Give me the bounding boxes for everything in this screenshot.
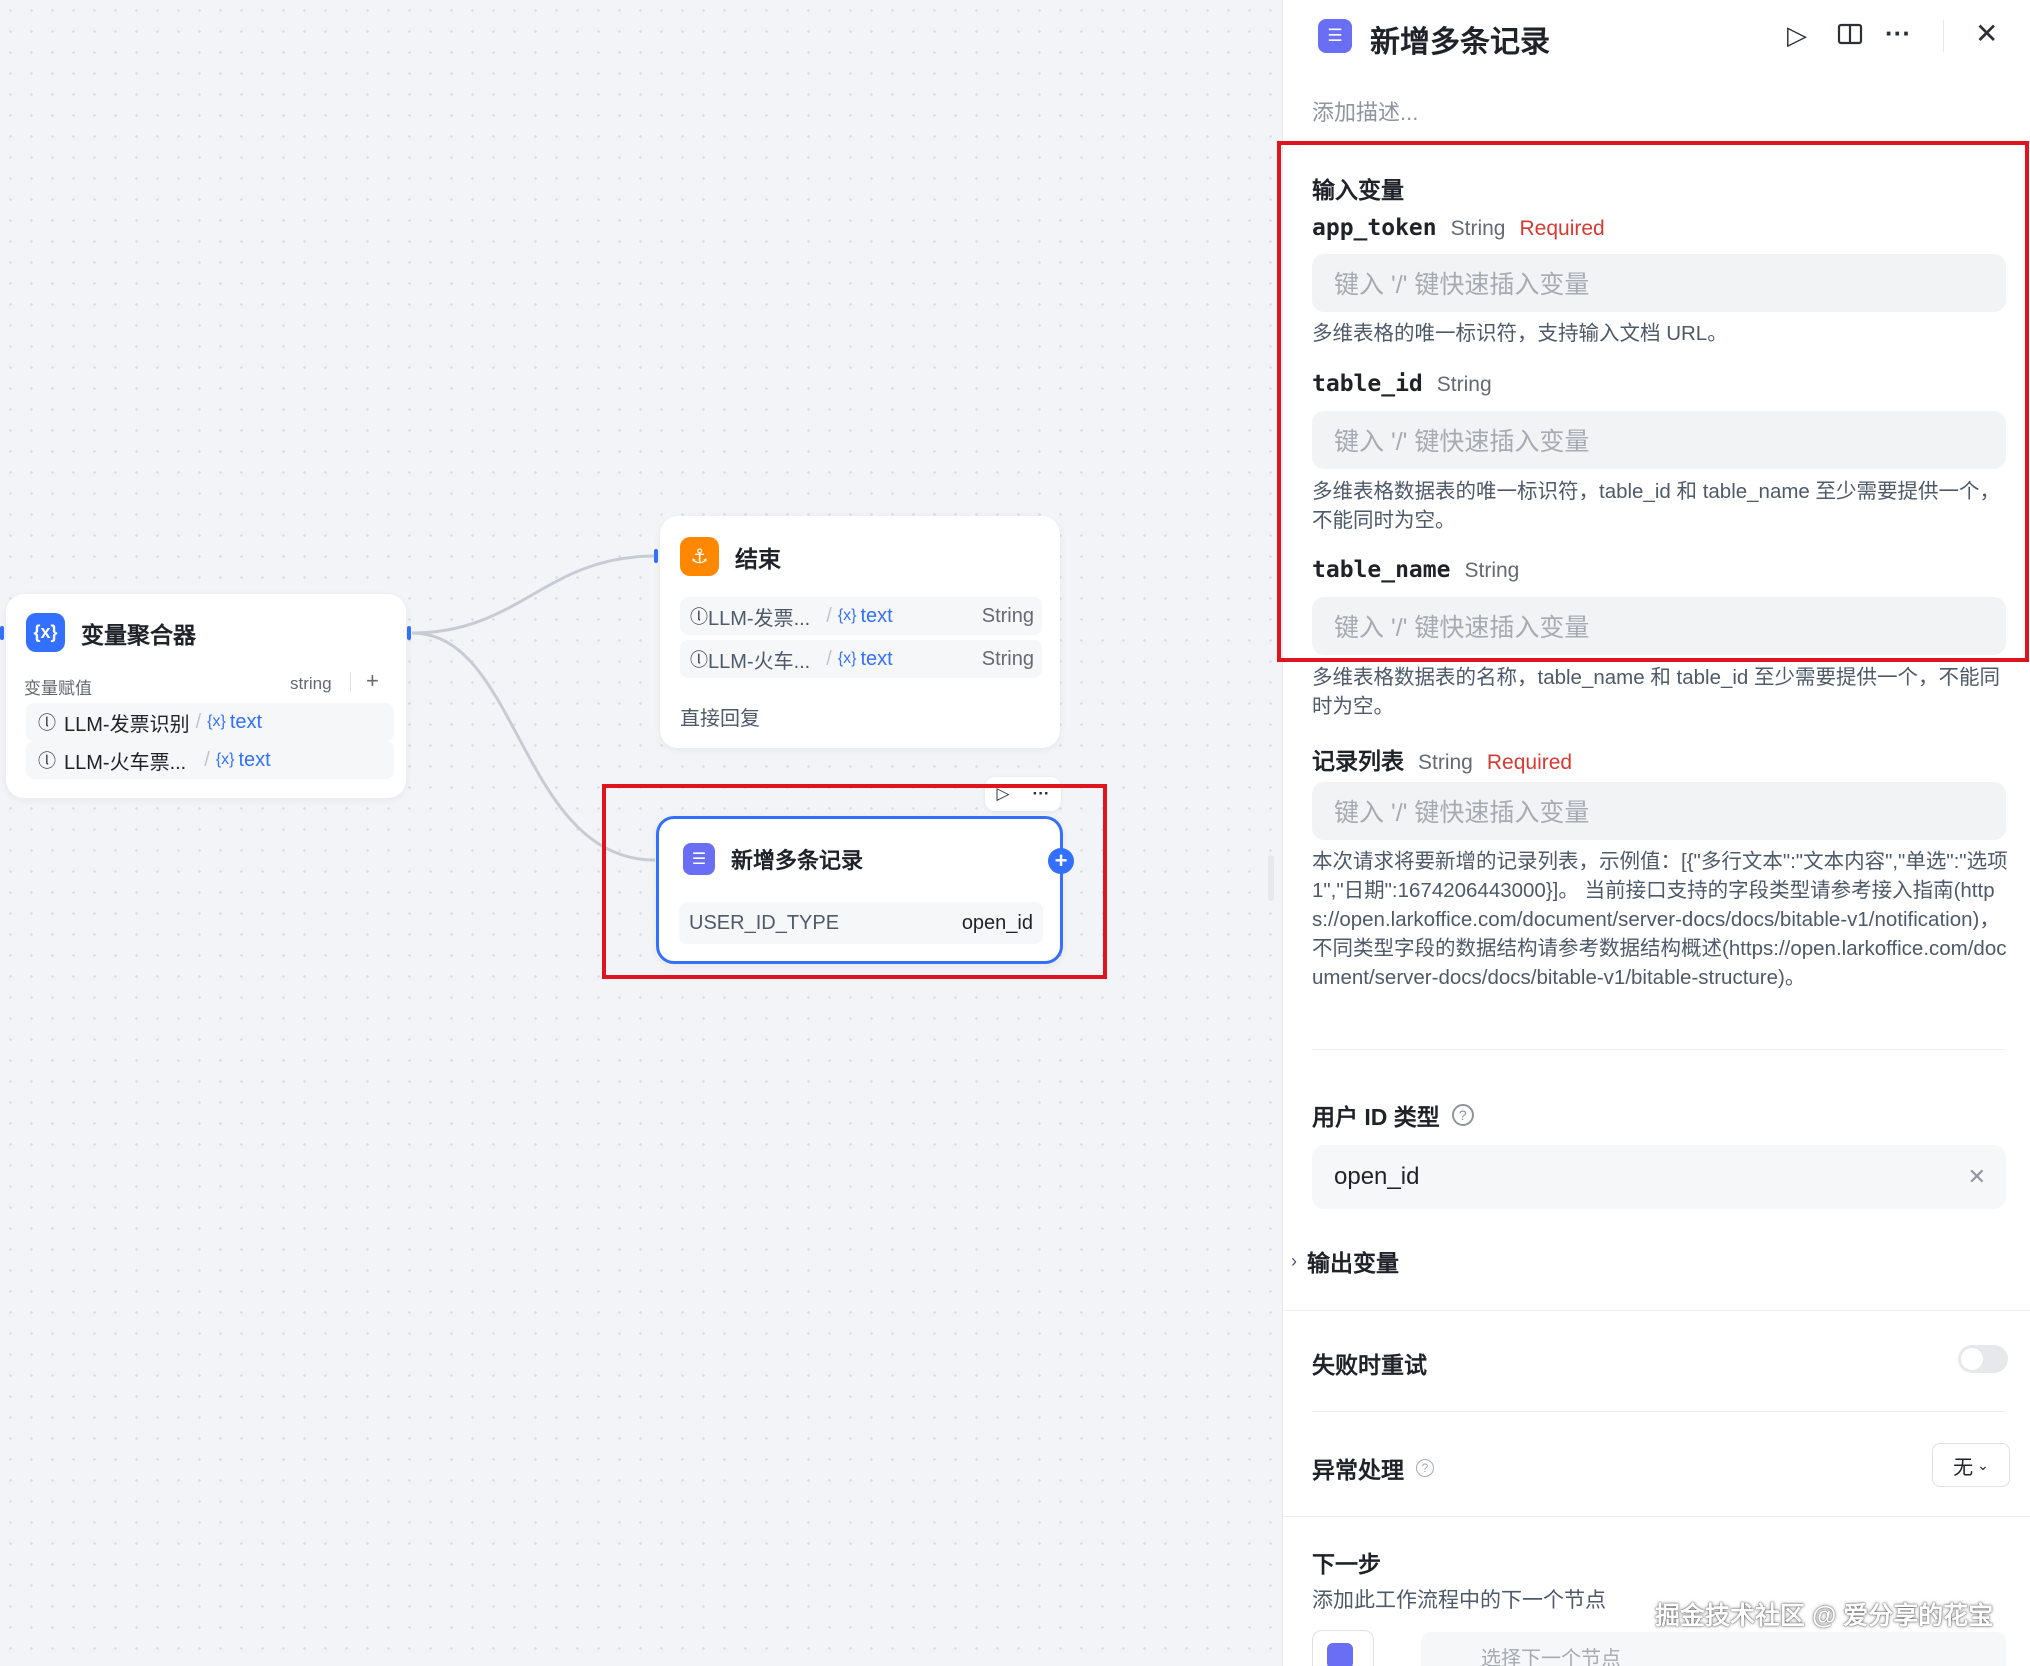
highlight-box-inputs bbox=[1277, 141, 2029, 662]
end-row[interactable]: ⓛ LLM-发票... / {x} text String bbox=[680, 597, 1042, 635]
row-source: LLM-火车... bbox=[708, 650, 811, 673]
field-type: String bbox=[1418, 751, 1473, 774]
field-description: 本次请求将要新增的记录列表，示例值：[{"多行文本":"文本内容","单选":"… bbox=[1312, 850, 2008, 989]
end-row[interactable]: ⓛ LLM-火车... / {x} text String bbox=[680, 640, 1042, 678]
aggregator-node[interactable]: {x} 变量聚合器 变量赋值 string + ⓛ LLM-发票识别 / {x}… bbox=[6, 594, 406, 798]
aggregator-row[interactable]: ⓛ LLM-发票识别 / {x} text bbox=[26, 703, 394, 741]
add-variable-button[interactable]: + bbox=[366, 668, 379, 694]
divider bbox=[1312, 1049, 2006, 1050]
user-id-type-select[interactable]: open_id ✕ bbox=[1312, 1145, 2006, 1209]
separator: / bbox=[826, 604, 832, 627]
retry-toggle[interactable] bbox=[1958, 1345, 2008, 1373]
help-circle-icon[interactable]: ? bbox=[1451, 1104, 1474, 1126]
run-icon[interactable]: ▷ bbox=[1787, 22, 1807, 48]
divider bbox=[350, 672, 351, 692]
node-ref-icon: ⓛ bbox=[690, 607, 708, 627]
divider bbox=[1283, 1516, 2030, 1517]
next-step-node-icon bbox=[1312, 1630, 1374, 1666]
more-icon[interactable]: ··· bbox=[1885, 20, 1911, 46]
field-header: 记录列表 String Required bbox=[1312, 742, 1572, 776]
field-name: 记录列表 bbox=[1312, 748, 1404, 774]
retry-title: 失败时重试 bbox=[1312, 1352, 1427, 1378]
toggle-knob bbox=[1961, 1348, 1983, 1370]
exception-header: 异常处理 ? bbox=[1312, 1451, 1434, 1485]
row-source: LLM-发票识别 bbox=[64, 713, 190, 736]
row-type: String bbox=[981, 604, 1034, 627]
clear-icon[interactable]: ✕ bbox=[1968, 1164, 1986, 1190]
user-id-type-value: open_id bbox=[1334, 1163, 1420, 1190]
next-step-desc: 添加此工作流程中的下一个节点 bbox=[1312, 1589, 1606, 1612]
end-input-port[interactable] bbox=[654, 549, 658, 563]
row-var: text bbox=[229, 710, 263, 733]
variable-icon: {x} bbox=[207, 713, 226, 730]
row-source: LLM-火车票... bbox=[64, 751, 187, 774]
variable-icon: {x} bbox=[215, 751, 235, 768]
exception-select[interactable]: 无 ⌄ bbox=[1932, 1443, 2010, 1487]
help-circle-icon[interactable]: ? bbox=[1416, 1459, 1434, 1477]
field-description: 多维表格数据表的名称，table_name 和 table_id 至少需要提供一… bbox=[1312, 666, 2001, 718]
close-icon[interactable]: ✕ bbox=[1975, 20, 1998, 48]
node-ref-icon: ⓛ bbox=[690, 650, 708, 670]
highlight-box-node bbox=[602, 784, 1107, 979]
panel-title[interactable]: 新增多条记录 bbox=[1370, 17, 1550, 61]
exception-title: 异常处理 bbox=[1312, 1457, 1404, 1483]
workflow-canvas[interactable]: {x} 变量聚合器 变量赋值 string + ⓛ LLM-发票识别 / {x}… bbox=[0, 0, 1282, 1666]
divider bbox=[1312, 1411, 2006, 1412]
user-id-type-label: 用户 ID 类型 bbox=[1312, 1104, 1440, 1130]
row-source: LLM-发票... bbox=[708, 607, 811, 630]
aggregator-title: 变量聚合器 bbox=[81, 621, 196, 648]
node-config-panel: ☰ 新增多条记录 ▷ ··· ✕ 添加描述... 输入变量 app_token … bbox=[1277, 0, 2030, 1666]
aggregator-row[interactable]: ⓛ LLM-火车票... / {x} text bbox=[26, 741, 394, 779]
end-node[interactable]: ⚓ 结束 ⓛ LLM-发票... / {x} text String ⓛ LLM… bbox=[660, 516, 1060, 748]
separator: / bbox=[204, 748, 210, 771]
separator: / bbox=[826, 647, 832, 670]
next-step-title: 下一步 bbox=[1312, 1551, 1381, 1577]
next-step-select[interactable]: 选择下一个节点 bbox=[1421, 1632, 2006, 1666]
outputs-section[interactable]: › 输出变量 bbox=[1291, 1244, 1399, 1278]
separator: / bbox=[195, 710, 202, 733]
watermark: 掘金技术社区 @ 爱分享的花宝 bbox=[1655, 1602, 1994, 1630]
aggregator-section-label: 变量赋值 bbox=[24, 679, 92, 698]
outputs-section-title: 输出变量 bbox=[1307, 1250, 1399, 1276]
aggregator-output-port[interactable] bbox=[407, 626, 411, 640]
end-node-footer: 直接回复 bbox=[680, 708, 760, 730]
end-node-title: 结束 bbox=[735, 545, 781, 572]
node-ref-icon: ⓛ bbox=[38, 751, 56, 771]
chevron-right-icon: › bbox=[1291, 1250, 1297, 1271]
docs-book-icon[interactable] bbox=[1836, 20, 1864, 52]
aggregator-input-port[interactable] bbox=[0, 626, 4, 640]
panel-header-icon: ☰ bbox=[1318, 19, 1352, 53]
divider bbox=[1283, 1310, 2030, 1311]
description-input[interactable]: 添加描述... bbox=[1312, 95, 1418, 127]
next-step-placeholder: 选择下一个节点 bbox=[1481, 1648, 1621, 1666]
node-ref-icon: ⓛ bbox=[38, 713, 56, 733]
row-var: text bbox=[860, 647, 893, 670]
divider bbox=[1943, 20, 1944, 52]
records-list-input[interactable]: 键入 '/' 键快速插入变量 bbox=[1312, 782, 2006, 840]
required-badge: Required bbox=[1486, 751, 1573, 774]
end-flag-icon: ⚓ bbox=[680, 537, 719, 576]
row-var: text bbox=[238, 748, 271, 771]
user-id-type-header: 用户 ID 类型 ? bbox=[1312, 1098, 1474, 1132]
variable-icon: {x} bbox=[837, 650, 857, 667]
exception-value: 无 bbox=[1953, 1456, 1974, 1479]
resize-handle[interactable] bbox=[1268, 855, 1274, 901]
row-var: text bbox=[860, 604, 893, 627]
variable-braces-icon: {x} bbox=[26, 613, 65, 652]
variable-icon: {x} bbox=[837, 607, 857, 624]
row-type: String bbox=[981, 647, 1034, 670]
chevron-down-icon: ⌄ bbox=[1977, 1456, 1989, 1473]
edge-aggregator-to-end bbox=[411, 554, 656, 635]
aggregator-type-label: string bbox=[290, 674, 332, 693]
